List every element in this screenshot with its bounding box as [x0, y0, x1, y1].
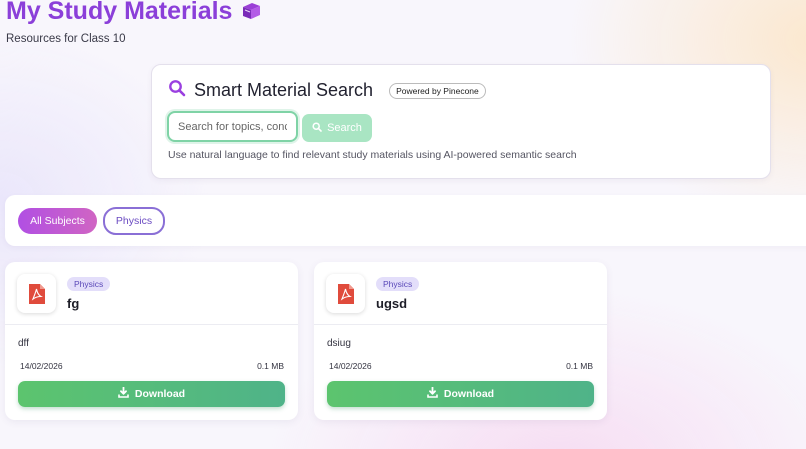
search-input[interactable]: [167, 111, 298, 142]
page-subtitle: Resources for Class 10: [6, 33, 126, 45]
books-icon: [240, 1, 262, 23]
search-button[interactable]: Search: [302, 114, 372, 142]
download-icon: [118, 386, 129, 401]
material-title: fg: [67, 296, 80, 311]
page-title-text: My Study Materials: [6, 0, 233, 25]
material-card-header: Physics ugsd: [314, 262, 607, 325]
search-header: Smart Material Search Powered by Pinecon…: [168, 79, 486, 102]
material-date: 14/02/2026: [329, 361, 372, 371]
material-description: dsiug: [327, 338, 351, 349]
filter-chip-all-subjects[interactable]: All Subjects: [18, 208, 97, 234]
page-title: My Study Materials: [6, 0, 262, 26]
pdf-icon: [17, 274, 56, 313]
search-title: Smart Material Search: [194, 80, 374, 100]
material-card: Physics ugsd dsiug 14/02/2026 0.1 MB Dow…: [314, 262, 607, 420]
subject-badge: Physics: [376, 277, 420, 291]
material-card-header: Physics fg: [5, 262, 298, 325]
material-title: ugsd: [376, 296, 408, 311]
search-button-label: Search: [327, 122, 362, 134]
search-hint: Use natural language to find relevant st…: [168, 149, 577, 161]
download-button[interactable]: Download: [18, 381, 285, 407]
material-date: 14/02/2026: [20, 361, 63, 371]
download-label: Download: [134, 388, 186, 400]
subject-filter-bar: All Subjects Physics: [5, 195, 806, 246]
subject-badge: Physics: [67, 277, 111, 291]
search-icon: [168, 79, 186, 102]
download-button[interactable]: Download: [327, 381, 594, 407]
material-size: 0.1 MB: [566, 361, 593, 371]
pdf-icon: [326, 274, 365, 313]
smart-search-panel: Smart Material Search Powered by Pinecon…: [151, 64, 771, 179]
search-button-icon: [312, 121, 322, 135]
material-size: 0.1 MB: [257, 361, 284, 371]
material-card: Physics fg dff 14/02/2026 0.1 MB Downloa…: [5, 262, 298, 420]
download-label: Download: [443, 388, 495, 400]
powered-by-badge: Powered by Pinecone: [389, 82, 486, 99]
download-icon: [427, 386, 438, 401]
filter-chip-physics[interactable]: Physics: [103, 207, 165, 235]
material-description: dff: [18, 338, 29, 349]
